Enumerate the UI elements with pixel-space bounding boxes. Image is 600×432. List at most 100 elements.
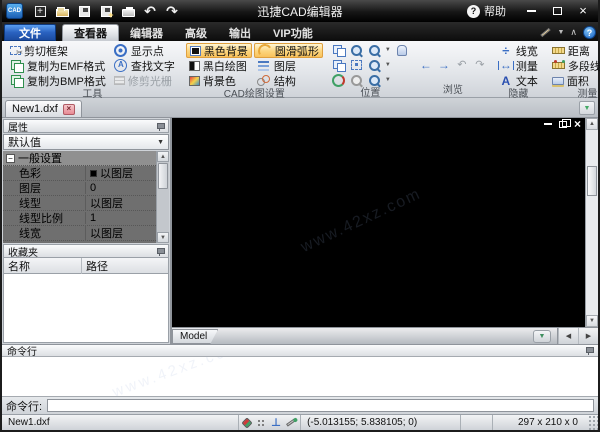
property-row-lineweight[interactable]: 线宽 以图层 xyxy=(3,225,156,241)
hide-lineweight-button[interactable]: 线宽 xyxy=(496,43,541,58)
canvas-scrollbar[interactable]: ▲ ▼ xyxy=(585,118,598,327)
zoom-previous-button[interactable] xyxy=(331,43,347,57)
copy-view-button[interactable] xyxy=(331,58,347,72)
black-background-icon xyxy=(189,45,201,56)
ribbon-help-icon[interactable]: ? xyxy=(583,26,596,39)
file-menu-button[interactable]: 文件 xyxy=(4,24,56,41)
save-button[interactable] xyxy=(74,2,94,20)
property-row-linetype-scale[interactable]: 线型比例 1 xyxy=(3,211,156,226)
osnap-icon[interactable] xyxy=(241,416,253,429)
zoom-in-dropdown-icon[interactable]: ▼ xyxy=(385,47,392,53)
zoom-extents-button[interactable] xyxy=(349,58,365,72)
zoom-all-dropdown-icon[interactable]: ▼ xyxy=(385,77,392,83)
tab-viewer[interactable]: 查看器 xyxy=(62,24,119,41)
brush-icon[interactable] xyxy=(286,418,297,427)
property-row-color[interactable]: 色彩 以图层 xyxy=(3,165,156,181)
property-row-layer[interactable]: 图层 0 xyxy=(3,181,156,196)
property-row-linetype[interactable]: 线型 以图层 xyxy=(3,195,156,211)
canvas-restore-icon[interactable] xyxy=(558,118,571,128)
pan-button[interactable] xyxy=(394,43,410,57)
main-area: 属性 默认值 ▼ − 一般设置 色彩 以图层 图层 0 线型 以图层 线型比例 … xyxy=(2,118,598,344)
annotate-pencil-icon[interactable] xyxy=(540,27,552,38)
collapse-expander-icon[interactable]: − xyxy=(6,153,15,163)
structure-button[interactable]: 结构 xyxy=(254,73,323,88)
pencil-dropdown-icon[interactable]: ▼ xyxy=(557,29,564,36)
scroll-down-icon[interactable]: ▼ xyxy=(157,232,169,243)
color-swatch xyxy=(90,169,97,177)
copy-bmp-button[interactable]: 复制为BMP格式 xyxy=(7,73,109,88)
tab-vip[interactable]: VIP功能 xyxy=(262,24,324,41)
view-forward-button[interactable] xyxy=(436,58,452,72)
preset-dropdown[interactable]: 默认值 ▼ xyxy=(3,134,169,150)
layers-button[interactable]: 图层 xyxy=(254,58,323,73)
tab-list-dropdown-icon[interactable]: ▼ xyxy=(579,101,595,115)
bw-drawing-button[interactable]: 黑白绘图 xyxy=(186,58,252,73)
save-as-button[interactable] xyxy=(96,2,116,20)
find-text-button[interactable]: 查找文字 xyxy=(111,58,178,73)
background-color-button[interactable]: 背景色 xyxy=(186,73,252,88)
pin-icon[interactable] xyxy=(156,247,165,256)
scroll-up-icon[interactable]: ▲ xyxy=(157,151,169,162)
scroll-down-icon[interactable]: ▼ xyxy=(586,315,598,327)
tab-output[interactable]: 输出 xyxy=(218,24,262,41)
scrollbar-thumb[interactable] xyxy=(158,163,168,189)
redo-button[interactable]: ↷ xyxy=(162,2,182,20)
resize-grip[interactable] xyxy=(588,415,598,430)
canvas-minimize-icon[interactable] xyxy=(543,123,552,125)
black-background-button[interactable]: 黑色背景 xyxy=(185,43,252,58)
tab-advanced[interactable]: 高级 xyxy=(174,24,218,41)
zoom-out-button[interactable] xyxy=(367,58,383,72)
open-file-button[interactable] xyxy=(52,2,72,20)
collapse-ribbon-icon[interactable]: ∧ xyxy=(570,27,577,38)
layout-list-dropdown-icon[interactable]: ▼ xyxy=(533,329,551,343)
view-back-button[interactable] xyxy=(418,58,434,72)
zoom-all-button[interactable] xyxy=(367,73,383,87)
orbit-button[interactable] xyxy=(331,73,347,87)
copy-emf-button[interactable]: 复制为EMF格式 xyxy=(7,58,109,73)
print-button[interactable] xyxy=(118,2,138,20)
grid-icon[interactable] xyxy=(256,417,266,428)
show-points-button[interactable]: 显示点 xyxy=(111,43,178,58)
hide-text-button[interactable]: 文本 xyxy=(496,73,541,88)
measure-area-button[interactable]: 面积 xyxy=(549,73,600,88)
command-output[interactable]: www.42xz.com xyxy=(2,357,598,397)
cut-frame-button[interactable]: 剪切框架 xyxy=(7,43,109,58)
zoom-disabled-button xyxy=(349,73,365,87)
measure-polyline-button[interactable]: 多段线长度 xyxy=(549,58,600,73)
properties-scrollbar[interactable]: ▲ ▼ xyxy=(156,151,169,243)
area-icon xyxy=(551,76,564,85)
minimize-button[interactable] xyxy=(520,3,542,19)
scrollbar-thumb[interactable] xyxy=(587,166,597,196)
smooth-arc-button[interactable]: 圆滑弧形 xyxy=(253,43,323,58)
zoom-out-dropdown-icon[interactable]: ▼ xyxy=(385,62,392,68)
measure-icon xyxy=(499,59,513,72)
ortho-icon[interactable]: ⊥ xyxy=(271,417,281,428)
pin-icon[interactable] xyxy=(585,346,594,355)
favorites-list[interactable] xyxy=(3,274,169,343)
help-icon[interactable]: ? xyxy=(467,4,480,18)
maximize-button[interactable] xyxy=(546,3,568,19)
model-tab[interactable]: Model xyxy=(172,329,218,344)
command-input[interactable] xyxy=(47,399,594,412)
properties-group-row[interactable]: − 一般设置 xyxy=(3,151,156,166)
zoom-window-button[interactable] xyxy=(349,43,365,57)
pin-icon[interactable] xyxy=(156,122,165,131)
close-button[interactable]: × xyxy=(572,3,594,19)
column-path[interactable]: 路径 xyxy=(82,258,112,274)
ribbon: 剪切框架 复制为EMF格式 复制为BMP格式 显示点 查找文字 修剪光栅 工具 … xyxy=(2,41,600,100)
zoom-in-button[interactable] xyxy=(367,43,383,57)
layout-next-icon[interactable]: ▶ xyxy=(578,328,598,344)
document-tab[interactable]: New1.dxf × xyxy=(5,100,82,117)
scroll-up-icon[interactable]: ▲ xyxy=(586,118,598,130)
canvas-close-icon[interactable]: × xyxy=(574,118,581,130)
document-tab-close-icon[interactable]: × xyxy=(62,103,75,115)
tab-editor[interactable]: 编辑器 xyxy=(119,24,174,41)
column-name[interactable]: 名称 xyxy=(4,257,82,274)
measure-distance-button[interactable]: 距离 xyxy=(549,43,600,58)
undo-button[interactable]: ↶ xyxy=(140,2,160,20)
new-file-button[interactable]: + xyxy=(30,2,50,20)
layout-prev-icon[interactable]: ◀ xyxy=(558,328,578,344)
hide-measure-button[interactable]: 测量 xyxy=(496,58,541,73)
drawing-canvas[interactable]: www.42xz.com × xyxy=(172,118,585,327)
help-button[interactable]: 帮助 xyxy=(484,3,506,19)
